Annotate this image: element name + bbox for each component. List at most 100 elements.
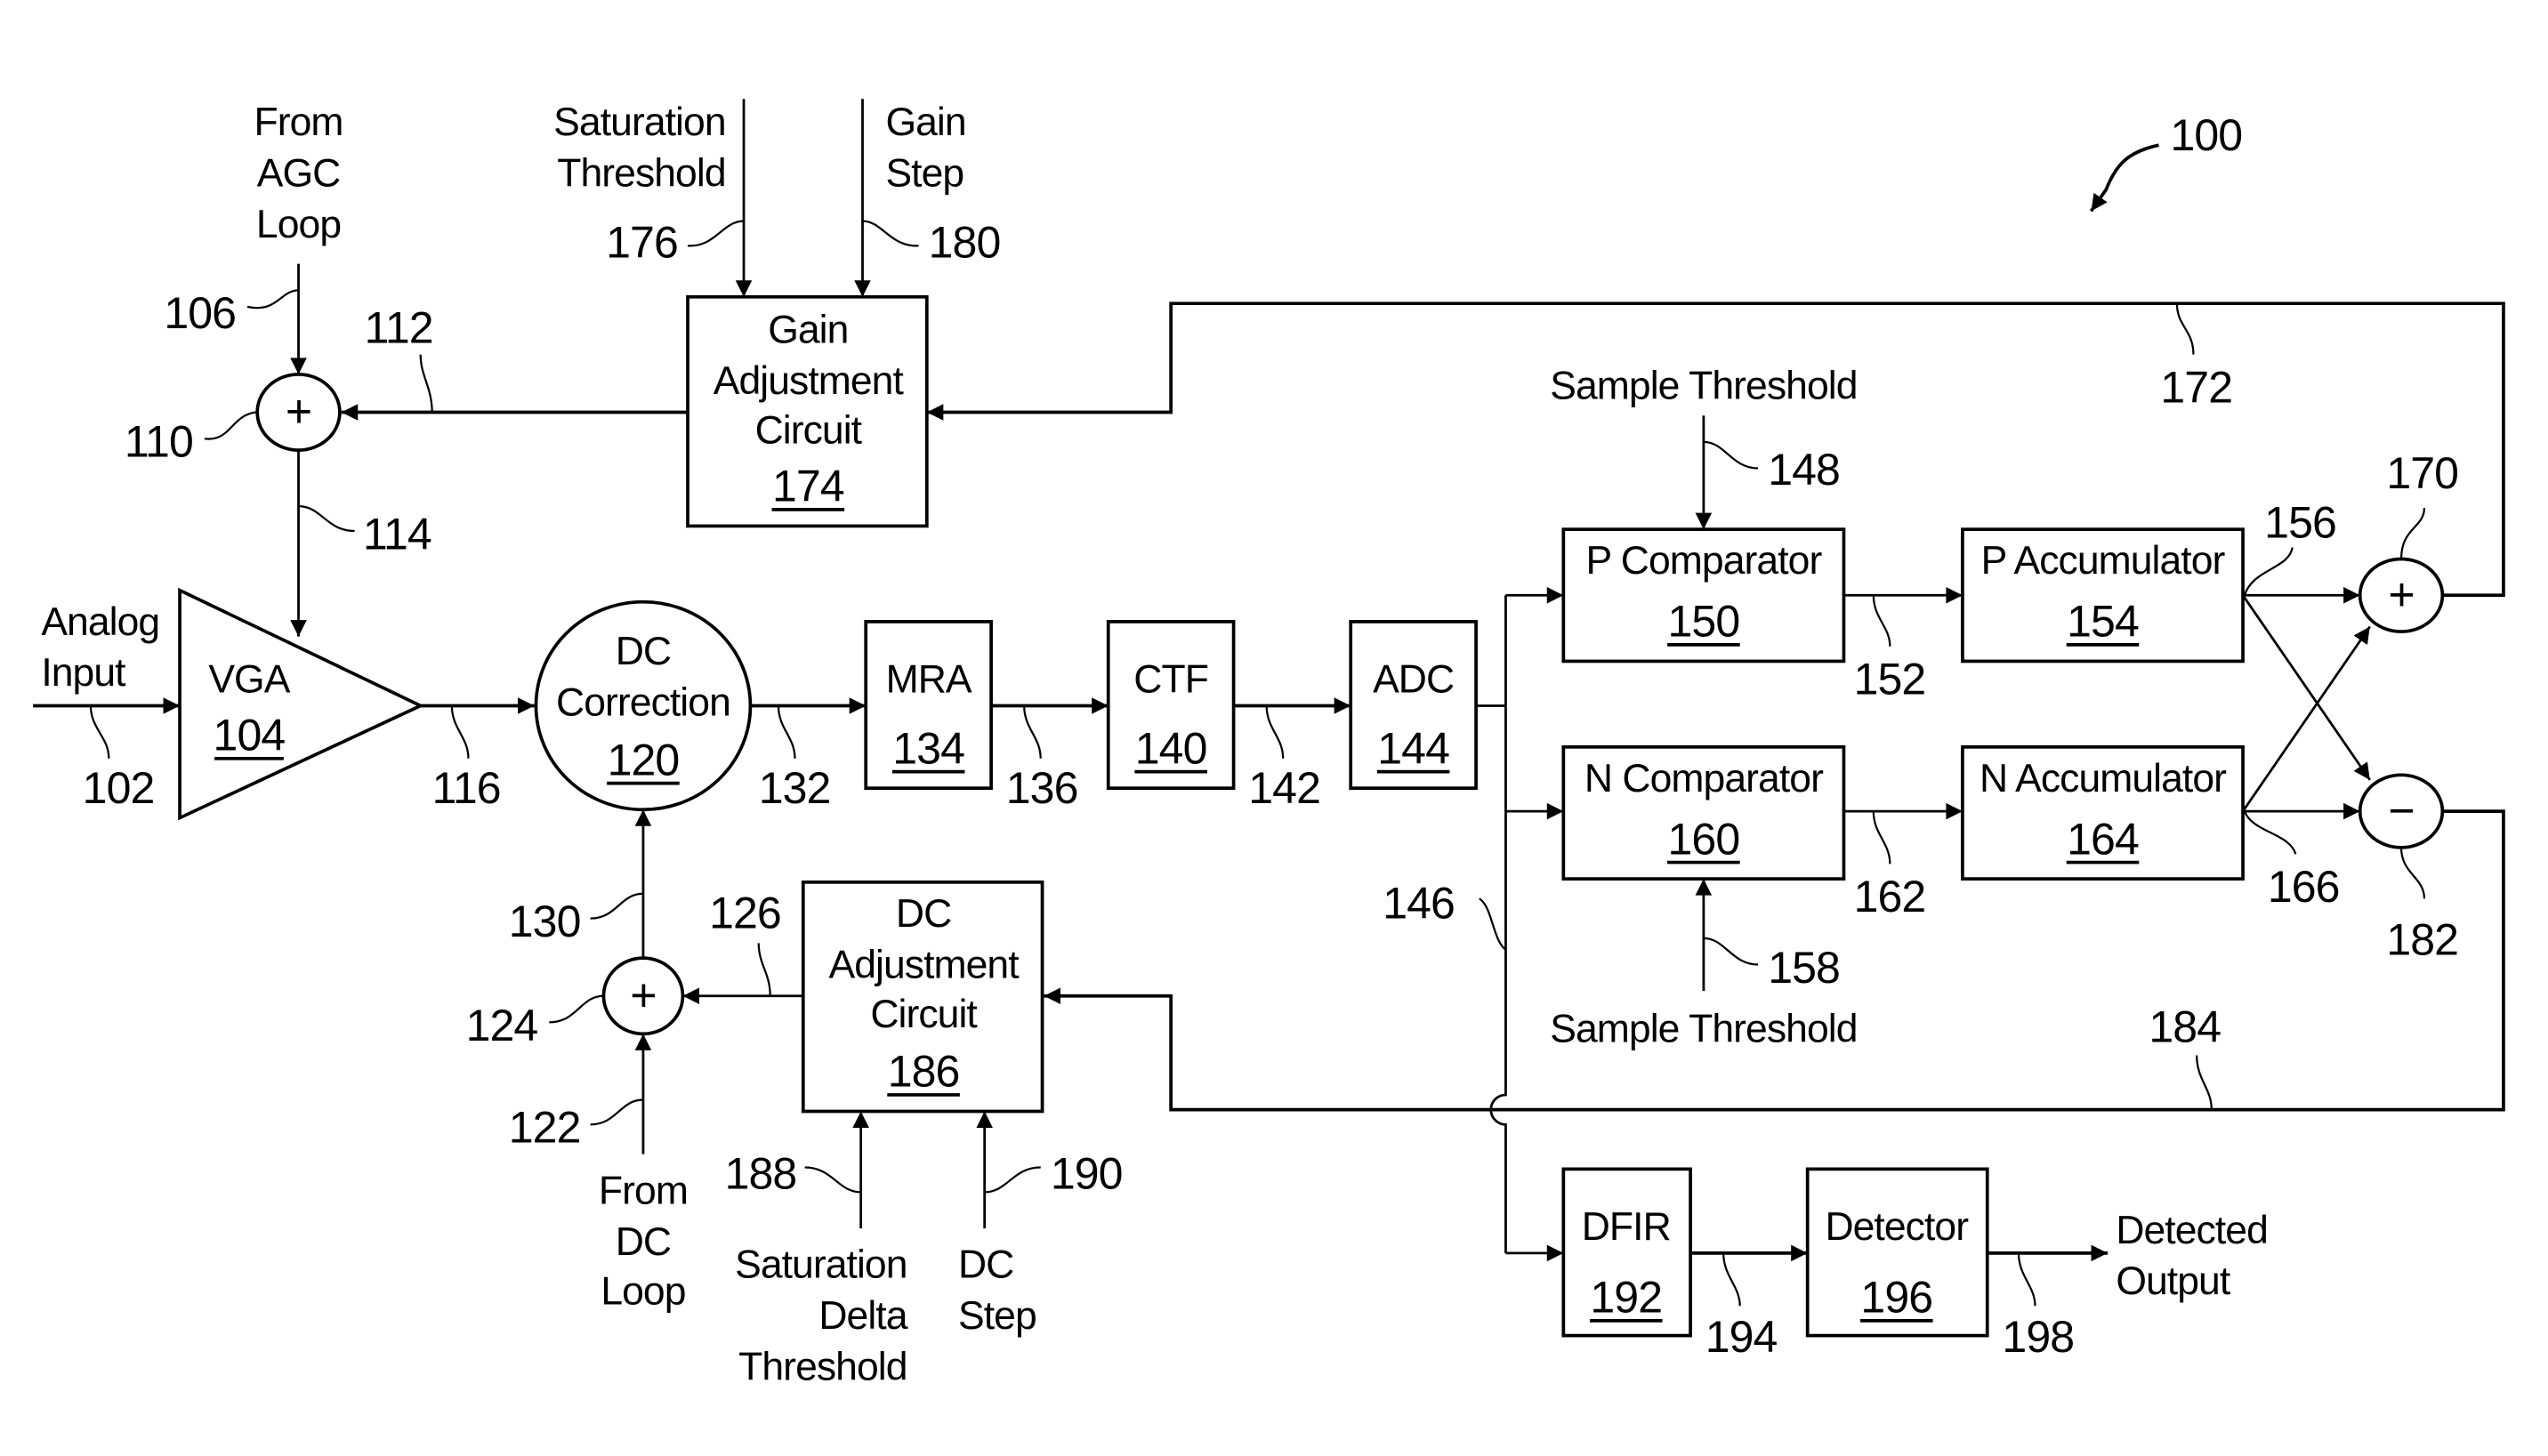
lead-122 — [590, 1098, 643, 1126]
ctf-block[interactable]: CTF 140 — [1106, 620, 1236, 791]
summer-110-symbol: + — [286, 385, 311, 437]
gain-adjustment-circuit[interactable]: Gain Adjustment Circuit 174 — [686, 294, 929, 528]
lead-114 — [298, 505, 355, 533]
block-diagram: 100 From AGC Loop 106 + 110 112 114 Gain… — [33, 99, 2505, 1389]
saturation-threshold-label-2: Threshold — [557, 152, 725, 196]
ref-184: 184 — [2149, 1002, 2221, 1052]
saturation-delta-threshold-label-2: Delta — [818, 1294, 907, 1338]
ref-198: 198 — [2002, 1312, 2074, 1362]
from-agc-label-2: AGC — [257, 152, 341, 196]
lead-124 — [549, 994, 604, 1024]
adc-ref: 144 — [1377, 723, 1449, 773]
mra-label: MRA — [886, 658, 972, 702]
ref-148: 148 — [1768, 445, 1840, 495]
ref-188: 188 — [725, 1149, 797, 1199]
ref-194: 194 — [1705, 1312, 1778, 1362]
dc-adjustment-label-1: DC — [896, 892, 951, 936]
gain-step-input: Gain Step 180 — [854, 99, 1001, 297]
dc-adjustment-circuit[interactable]: DC Adjustment Circuit 186 — [801, 880, 1044, 1114]
figure-ref-label: 100 — [2170, 110, 2242, 160]
detector-block[interactable]: Detector 196 — [1805, 1167, 1989, 1338]
summer-124: + 124 — [466, 956, 685, 1050]
sample-threshold-n-label: Sample Threshold — [1550, 1008, 1857, 1051]
gain-adjustment-label-2: Adjustment — [714, 359, 905, 403]
ref-170: 170 — [2386, 448, 2458, 498]
ref-114: 114 — [363, 509, 431, 559]
p-comparator-label: P Comparator — [1585, 539, 1822, 583]
lead-132 — [777, 705, 796, 759]
saturation-delta-threshold-label-1: Saturation — [735, 1243, 907, 1287]
lead-162 — [1872, 811, 1891, 865]
lead-106 — [246, 289, 299, 310]
ref-132: 132 — [759, 763, 831, 813]
dc-step-label-1: DC — [958, 1243, 1013, 1287]
summer-170-symbol: + — [2388, 568, 2414, 620]
ref-102: 102 — [83, 763, 155, 813]
n-accumulator[interactable]: N Accumulator 164 — [1961, 744, 2245, 881]
n-accumulator-ref: 164 — [2067, 814, 2139, 864]
lead-130 — [590, 892, 643, 920]
from-dc-label-1: From — [599, 1169, 688, 1212]
p-acc-to-n-diff — [2241, 594, 2371, 781]
analog-input-label-1: Analog — [41, 600, 159, 644]
lead-142 — [1265, 705, 1285, 759]
lead-126 — [757, 943, 771, 996]
lead-112 — [419, 354, 433, 413]
lead-136 — [1023, 705, 1042, 759]
lead-102 — [89, 705, 110, 759]
vga-label: VGA — [208, 658, 290, 702]
ref-172: 172 — [2160, 362, 2232, 412]
ref-126: 126 — [709, 889, 781, 938]
sample-threshold-p-label: Sample Threshold — [1550, 365, 1857, 408]
vga-amplifier[interactable]: VGA 104 — [178, 587, 425, 821]
mra-ref: 134 — [892, 723, 964, 773]
mra-block[interactable]: MRA 134 — [864, 620, 993, 791]
ref-146: 146 — [1383, 879, 1455, 929]
vga-triangle[interactable] — [178, 587, 425, 821]
n-acc-to-p-sum — [2241, 625, 2371, 812]
ref-182: 182 — [2386, 914, 2458, 964]
p-accumulator-ref: 154 — [2067, 597, 2139, 647]
lead-182 — [2399, 847, 2426, 899]
lead-190 — [984, 1166, 1041, 1194]
lead-198 — [2017, 1252, 2036, 1307]
dc-correction-label-1: DC — [616, 630, 671, 673]
lead-166 — [2243, 810, 2297, 855]
detector-label: Detector — [1825, 1205, 1969, 1249]
adc-block[interactable]: ADC 144 — [1349, 620, 1478, 791]
p-accumulator[interactable]: P Accumulator 154 — [1961, 527, 2245, 664]
summer-182: − 182 — [2358, 773, 2459, 964]
dc-adjustment-ref: 186 — [888, 1047, 960, 1097]
n-comparator[interactable]: N Comparator 160 — [1561, 744, 1846, 881]
from-dc-label-2: DC — [616, 1220, 671, 1264]
ref-162: 162 — [1854, 872, 1926, 921]
ref-110: 110 — [125, 417, 193, 467]
gain-adjustment-label-1: Gain — [768, 309, 848, 352]
figure-reference: 100 — [2089, 110, 2243, 213]
lead-116 — [450, 705, 470, 759]
summer-182-symbol: − — [2388, 784, 2414, 836]
analog-input: Analog Input 102 — [33, 600, 181, 813]
lead-170 — [2399, 507, 2426, 559]
dfir-block[interactable]: DFIR 192 — [1561, 1167, 1692, 1338]
p-comparator[interactable]: P Comparator 150 — [1561, 527, 1846, 664]
saturation-threshold-label-1: Saturation — [553, 101, 725, 144]
ref-176: 176 — [606, 217, 678, 267]
ctf-ref: 140 — [1135, 723, 1207, 773]
detector-ref: 196 — [1860, 1273, 1932, 1323]
lead-172 — [2175, 303, 2195, 355]
analog-input-label-2: Input — [41, 651, 126, 695]
dc-step-label-2: Step — [958, 1294, 1036, 1338]
summer-170: + 170 — [2358, 448, 2459, 633]
ref-106: 106 — [164, 288, 236, 338]
lead-180 — [862, 220, 919, 247]
vga-ref: 104 — [214, 711, 286, 760]
ref-112: 112 — [365, 303, 433, 353]
gain-step-label-1: Gain — [885, 101, 965, 144]
summer-110: + 110 — [125, 373, 342, 467]
figure-ref-arrow-icon — [2089, 143, 2159, 213]
lead-156 — [2243, 547, 2294, 596]
dc-correction[interactable]: DC Correction 120 — [534, 599, 753, 812]
gain-adjustment-label-3: Circuit — [755, 409, 863, 453]
from-dc-label-3: Loop — [601, 1269, 685, 1313]
